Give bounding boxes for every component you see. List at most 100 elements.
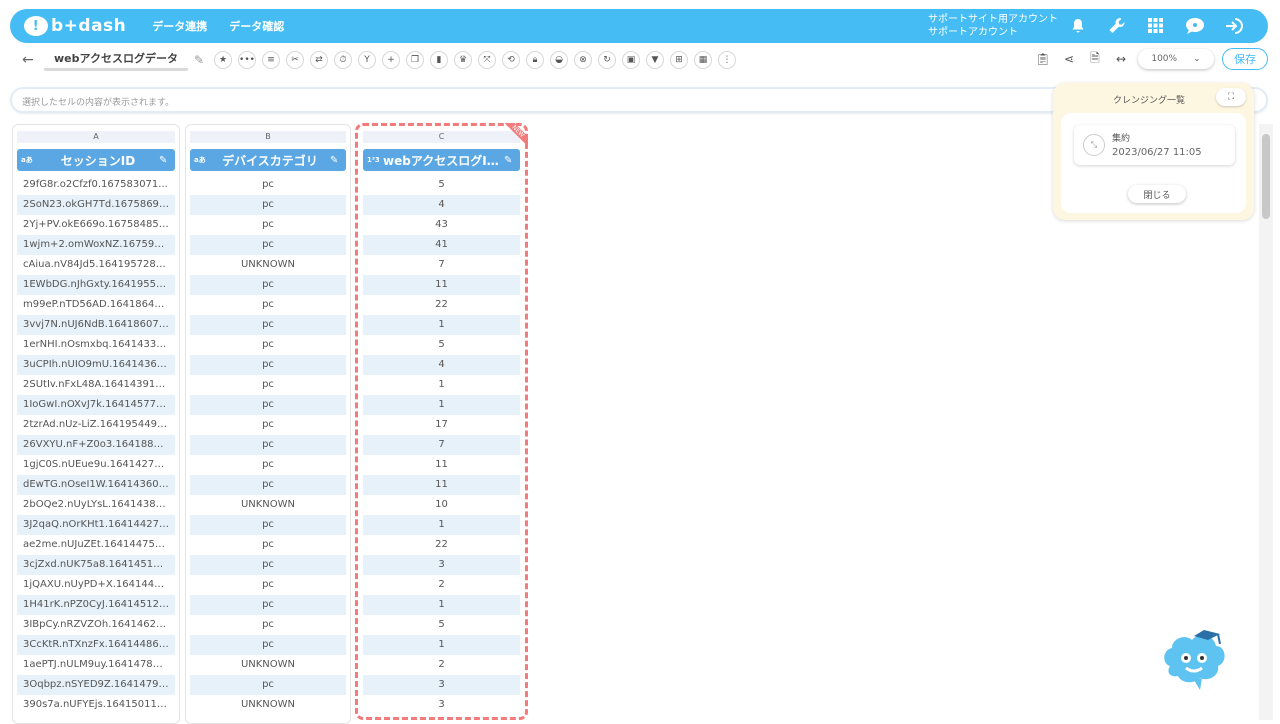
column-letter[interactable]: A — [17, 131, 175, 143]
table-cell[interactable]: 1EWbDG.nJhGxty.16419550... — [17, 275, 175, 295]
tools-icon[interactable]: ✂ — [286, 51, 305, 69]
table-cell[interactable]: 11 — [363, 275, 520, 295]
merge-icon[interactable]: Y — [358, 51, 377, 69]
table-cell[interactable]: pc — [190, 335, 346, 355]
timer-icon[interactable]: ⏱ — [334, 51, 353, 69]
wrench-icon[interactable] — [1104, 13, 1129, 38]
table-cell[interactable]: 1H41rK.nPZ0CyJ.164145128... — [17, 595, 175, 615]
table-cell[interactable]: UNKNOWN — [190, 695, 346, 715]
table-cell[interactable]: pc — [190, 475, 346, 495]
column-header-session-id[interactable]: aあ セッションID ✎ — [17, 149, 175, 171]
vertical-scrollbar[interactable] — [1259, 124, 1273, 720]
table-cell[interactable]: 3cjZxd.nUK75a8.164145111... — [17, 555, 175, 575]
table-cell[interactable]: 5 — [363, 615, 520, 635]
star-icon[interactable]: ★ — [214, 51, 233, 69]
save-button[interactable]: 保存 — [1222, 48, 1268, 70]
table-cell[interactable]: pc — [190, 355, 346, 375]
table-cell[interactable]: pc — [190, 315, 346, 335]
table-cell[interactable]: pc — [190, 235, 346, 255]
table-cell[interactable]: pc — [190, 615, 346, 635]
table-cell[interactable]: 3 — [363, 675, 520, 695]
scrollbar-thumb[interactable] — [1262, 134, 1270, 219]
split-icon[interactable]: ⊞ — [670, 51, 689, 69]
table-cell[interactable]: 11 — [363, 455, 520, 475]
sheet-title[interactable]: webアクセスログデータ — [44, 50, 188, 71]
table-cell[interactable]: 1gjC0S.nUEue9u.164142736... — [17, 455, 175, 475]
logo[interactable]: ! b+dash — [24, 16, 126, 36]
crown-icon[interactable]: ♛ — [454, 51, 473, 69]
table-cell[interactable]: m99eP.nTD56AD.164186411... — [17, 295, 175, 315]
table-cell[interactable]: 1 — [363, 515, 520, 535]
table-cell[interactable]: 10 — [363, 495, 520, 515]
copy-icon[interactable]: ❐ — [406, 51, 425, 69]
table-cell[interactable]: pc — [190, 595, 346, 615]
table-cell[interactable]: 5 — [363, 335, 520, 355]
table-cell[interactable]: 1 — [363, 375, 520, 395]
table-cell[interactable]: pc — [190, 375, 346, 395]
account-info[interactable]: サポートサイト用アカウント サポートアカウント — [928, 13, 1058, 39]
table-cell[interactable]: pc — [190, 555, 346, 575]
table-cell[interactable]: pc — [190, 215, 346, 235]
table-cell[interactable]: pc — [190, 415, 346, 435]
table-cell[interactable]: 1 — [363, 315, 520, 335]
table-cell[interactable]: pc — [190, 275, 346, 295]
filter-icon[interactable]: ▼ — [646, 51, 665, 69]
share-icon[interactable]: ⋖ — [1060, 50, 1078, 68]
table-cell[interactable]: 4 — [363, 195, 520, 215]
table-cell[interactable]: UNKNOWN — [190, 255, 346, 275]
table-cell[interactable]: 7 — [363, 255, 520, 275]
table-cell[interactable]: pc — [190, 455, 346, 475]
file-search-icon[interactable]: 🗎︎ — [1086, 50, 1104, 68]
resize-icon[interactable]: ↔ — [1112, 50, 1130, 68]
table-cell[interactable]: 2 — [363, 655, 520, 675]
table-cell[interactable]: 3J2qaQ.nOrKHt1.164144270... — [17, 515, 175, 535]
table-cell[interactable]: 1wjm+2.omWoxNZ.16759058... — [17, 235, 175, 255]
edit-title-icon[interactable]: ✎ — [194, 53, 204, 67]
table-cell[interactable]: 1 — [363, 395, 520, 415]
table-cell[interactable]: 1erNHI.nOsmxbq.164143378... — [17, 335, 175, 355]
table-cell[interactable]: pc — [190, 175, 346, 195]
table-cell[interactable]: 1 — [363, 635, 520, 655]
table-cell[interactable]: pc — [190, 535, 346, 555]
table-cell[interactable]: 41 — [363, 235, 520, 255]
table-cell[interactable]: 1jQAXU.nUyPD+X.16414452... — [17, 575, 175, 595]
table-icon[interactable]: ▦ — [694, 51, 713, 69]
table-cell[interactable]: pc — [190, 675, 346, 695]
repeat-icon[interactable]: ⟲ — [502, 51, 521, 69]
table-cell[interactable]: 7 — [363, 435, 520, 455]
edit-pencil-icon[interactable]: ✎ — [504, 155, 520, 166]
close-button[interactable]: 閉じる — [1128, 185, 1186, 203]
edit-pencil-icon[interactable]: ✎ — [159, 155, 175, 166]
table-cell[interactable]: pc — [190, 395, 346, 415]
mascot-helper-icon[interactable] — [1160, 626, 1228, 692]
fullscreen-icon[interactable]: ⛶ — [1216, 88, 1246, 106]
table-cell[interactable]: 2Yj+PV.okE669o.167584859... — [17, 215, 175, 235]
table-cell[interactable]: 2SoN23.okGH7Td.16758699... — [17, 195, 175, 215]
table-cell[interactable]: 26VXYU.nF+Z0o3.16418881... — [17, 435, 175, 455]
table-cell[interactable]: UNKNOWN — [190, 495, 346, 515]
column-letter[interactable]: B — [190, 131, 346, 143]
table-cell[interactable]: 2 — [363, 575, 520, 595]
grid-icon[interactable] — [1143, 13, 1168, 38]
expand-icon[interactable]: ⤧ — [478, 51, 497, 69]
table-cell[interactable]: 3 — [363, 555, 520, 575]
table-cell[interactable]: 3IBpCy.nRZVZOh.164146216... — [17, 615, 175, 635]
table-cell[interactable]: 17 — [363, 415, 520, 435]
table-cell[interactable]: 3Oqbpz.nSYED9Z.16414797... — [17, 675, 175, 695]
bell-icon[interactable] — [1065, 13, 1090, 38]
back-arrow-icon[interactable]: ← — [22, 52, 44, 68]
column-header-device-category[interactable]: aあ デバイスカテゴリ ✎ — [190, 149, 346, 171]
cleansing-item[interactable]: ⤡ 集約 2023/06/27 11:05 — [1074, 125, 1235, 165]
table-cell[interactable]: 3CcKtR.nTXnzFx.164144866... — [17, 635, 175, 655]
table-cell[interactable]: 4 — [363, 355, 520, 375]
trash-icon[interactable]: ▮ — [430, 51, 449, 69]
table-cell[interactable]: 43 — [363, 215, 520, 235]
table-cell[interactable]: pc — [190, 295, 346, 315]
ruler-icon[interactable]: ⋮ — [718, 51, 737, 69]
table-cell[interactable]: ae2me.nUJuZEt.1641447548... — [17, 535, 175, 555]
logout-icon[interactable] — [1221, 13, 1246, 38]
table-cell[interactable]: pc — [190, 575, 346, 595]
box-icon[interactable]: ▣ — [622, 51, 641, 69]
table-cell[interactable]: 1 — [363, 595, 520, 615]
refresh-icon[interactable]: ↻ — [598, 51, 617, 69]
